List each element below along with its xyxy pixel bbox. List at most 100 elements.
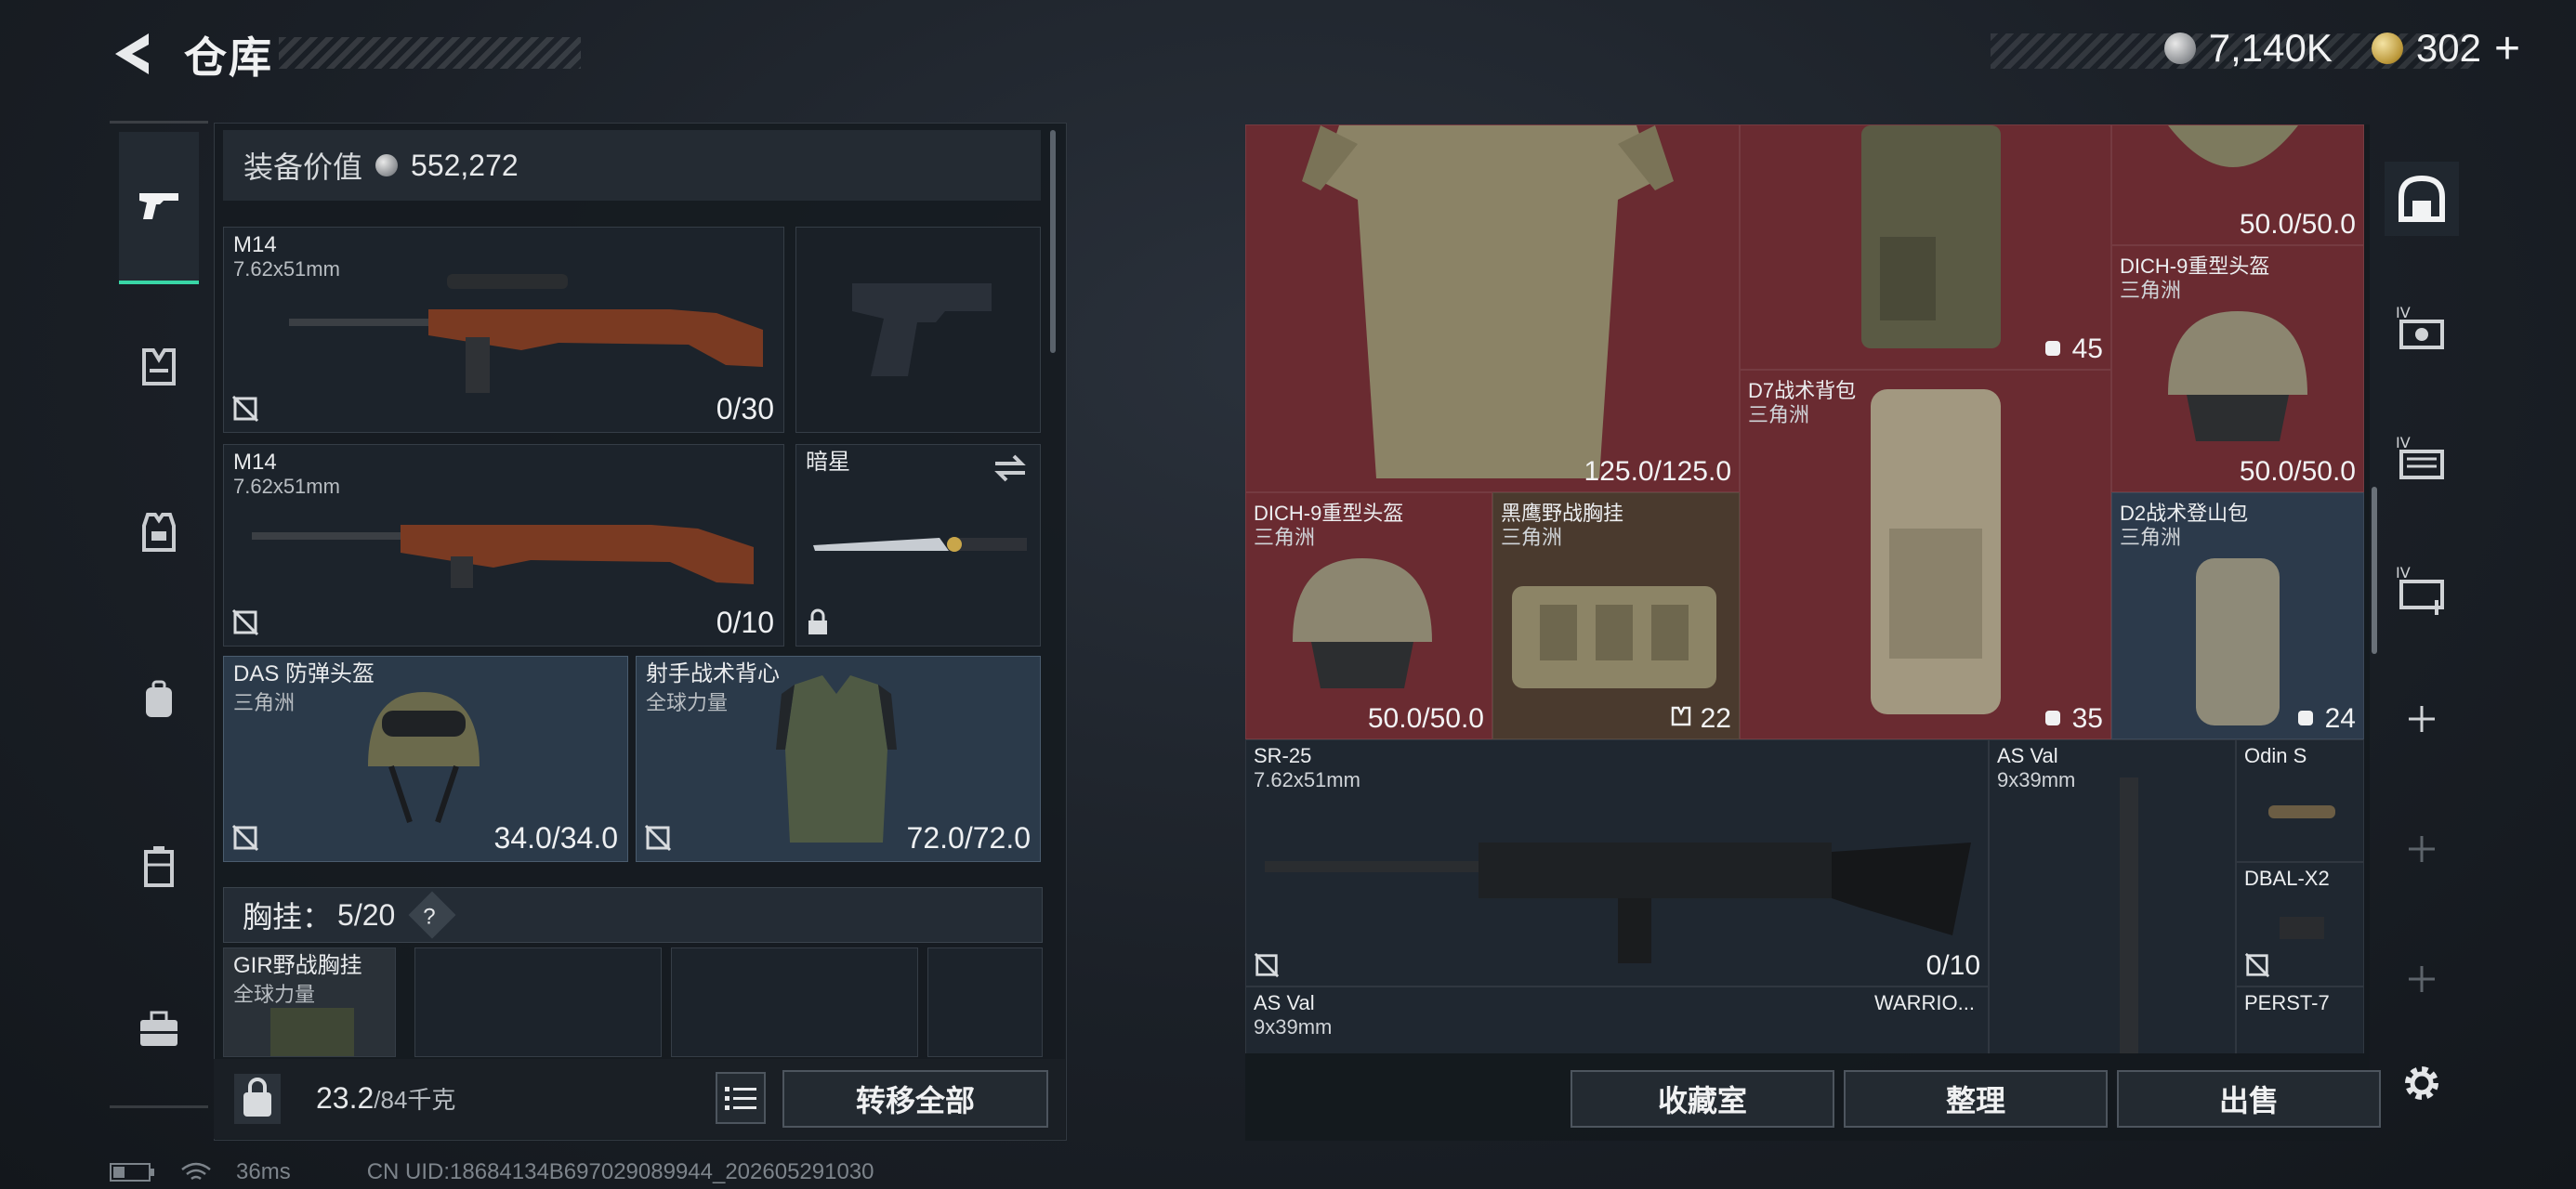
storage-item-chest-rig[interactable]: 黑鹰野战胸挂 三角洲 22 (1492, 492, 1740, 739)
storage-item-asval[interactable]: AS Val 9x39mm (1989, 739, 2236, 1053)
ping-text: 36ms (236, 1159, 291, 1184)
chevron-left-icon (115, 33, 149, 74)
laser-icon (2280, 917, 2324, 939)
collection-room-button[interactable]: 收藏室 (1571, 1070, 1834, 1128)
chest-rig-header: 胸挂： 5/20 ? (223, 887, 1043, 943)
storage-item-perst[interactable]: PERST-7 (2236, 986, 2364, 1053)
add-currency-button[interactable]: + (2494, 23, 2520, 74)
chest-cell[interactable] (927, 947, 1043, 1057)
nav-safe-box[interactable] (119, 989, 199, 1069)
help-button[interactable]: ? (408, 891, 456, 939)
nav-backpack[interactable] (119, 660, 199, 739)
weight-current: 23.2 (316, 1081, 375, 1115)
item-faction: 三角洲 (233, 691, 296, 714)
list-view-button[interactable] (716, 1072, 766, 1124)
storage-tab-icon: IV (2396, 434, 2444, 479)
melee-slot[interactable]: 暗星 (795, 444, 1041, 647)
storage-item-dich9[interactable]: DICH-9重型头盔 三角洲 50.0/50.0 (2111, 245, 2364, 492)
settings-button[interactable] (2385, 1046, 2459, 1120)
armor-slot[interactable]: 射手战术背心 全球力量 72.0/72.0 (636, 656, 1041, 862)
storage-item-helmet[interactable]: 50.0/50.0 (2111, 124, 2364, 245)
storage-item-d7-backpack[interactable]: D7战术背包 三角洲 35 (1740, 370, 2111, 739)
case-icon (144, 846, 174, 887)
item-name: M14 (233, 450, 277, 475)
loadout-scrollbar[interactable] (1050, 130, 1056, 353)
item-count: 24 (2294, 703, 2356, 735)
nav-storage-tab-3[interactable]: IV (2385, 552, 2459, 626)
storage-item-dich9[interactable]: DICH-9重型头盔 三角洲 50.0/50.0 (1245, 492, 1492, 739)
storage-item-dbal[interactable]: DBAL-X2 (2236, 862, 2364, 986)
currency-bar: 7,140K 302 + (2163, 23, 2520, 74)
item-name: SR-25 (1254, 744, 1312, 767)
rifle-vertical-icon (2120, 777, 2138, 1053)
chest-cell[interactable] (671, 947, 918, 1057)
add-storage-button-disabled[interactable] (2385, 812, 2459, 886)
battery-icon (110, 1163, 154, 1182)
storage-item-asval-2[interactable]: AS Val 9x39mm WARRIO... (1245, 986, 1989, 1053)
no-insure-icon (231, 824, 259, 852)
chest-cell[interactable] (414, 947, 662, 1057)
backpack-icon (146, 680, 172, 717)
item-name: AS Val (1254, 991, 1315, 1014)
briefcase-icon (140, 1011, 177, 1046)
item-faction: 三角洲 (1501, 526, 1563, 549)
item-durability: 125.0/125.0 (1584, 456, 1731, 487)
item-caliber: 9x39mm (1254, 1015, 1333, 1039)
helmet-item-icon (2168, 125, 2298, 167)
backpack-small-icon (2045, 341, 2061, 356)
nav-armor[interactable] (119, 492, 199, 572)
no-insure-icon (231, 395, 259, 423)
category-nav (110, 121, 208, 1108)
nav-container[interactable] (119, 827, 199, 907)
nav-storage-main[interactable] (2385, 162, 2459, 236)
item-name: M14 (233, 232, 277, 257)
knife-icon (813, 537, 1027, 552)
item-name: 暗星 (806, 450, 850, 475)
storage-item-odin[interactable]: Odin S (2236, 739, 2364, 862)
pistol-icon (139, 193, 178, 219)
sell-button[interactable]: 出售 (2117, 1070, 2381, 1128)
back-button[interactable] (104, 26, 160, 82)
swap-icon[interactable] (992, 452, 1029, 484)
helmet-slot[interactable]: DAS 防弹头盔 三角洲 34.0/34.0 (223, 656, 628, 862)
weight-max: /84千克 (374, 1086, 456, 1114)
storage-item-d2-pack[interactable]: D2战术登山包 三角洲 24 (2111, 492, 2364, 739)
primary-weapon-slot[interactable]: M14 7.62x51mm 0/30 (223, 227, 784, 433)
chest-rig-count: 5/20 (337, 897, 396, 932)
storage-item-sr25[interactable]: SR-25 7.62x51mm 0/10 (1245, 739, 1989, 986)
chest-rig-item-icon (270, 1008, 354, 1056)
gold-amount: 302 (2415, 26, 2481, 70)
add-storage-button-disabled[interactable] (2385, 942, 2459, 1016)
add-storage-button[interactable] (2385, 682, 2459, 756)
storage-item-backpack[interactable]: 45 (1740, 124, 2111, 370)
pistol-slot[interactable] (795, 227, 1041, 433)
item-faction: 三角洲 (1748, 403, 1810, 426)
title-decoration (279, 37, 581, 69)
uid-text: CN UID:18684134B697029089944_20260529103… (366, 1159, 874, 1184)
transfer-all-button[interactable]: 转移全部 (782, 1070, 1048, 1128)
item-faction: 三角洲 (2120, 526, 2182, 549)
item-name: AS Val (1997, 744, 2058, 767)
secondary-weapon-slot[interactable]: M14 7.62x51mm 0/10 (223, 444, 784, 647)
plus-icon (2409, 706, 2435, 732)
item-name: GIR野战胸挂 (233, 953, 362, 978)
backpack-item-icon (2196, 558, 2280, 725)
nav-storage-tab-1[interactable]: IV (2385, 292, 2459, 366)
chest-rig-item-icon (1512, 586, 1716, 688)
nav-weapons[interactable] (119, 132, 199, 284)
nav-chest-rig[interactable] (119, 327, 199, 407)
nav-storage-tab-2[interactable]: IV (2385, 422, 2459, 496)
help-icon: ? (423, 904, 437, 930)
armor-plate-icon (1302, 125, 1674, 478)
item-durability: 34.0/34.0 (493, 821, 618, 855)
sort-button[interactable]: 整理 (1844, 1070, 2108, 1128)
pistol-placeholder-icon (852, 283, 992, 376)
no-insure-icon (231, 608, 259, 636)
weight-icon (243, 1078, 271, 1117)
item-name: PERST-7 (2244, 991, 2330, 1014)
chest-rig-slot[interactable]: GIR野战胸挂 全球力量 (223, 947, 396, 1057)
storage-item-armor[interactable]: 125.0/125.0 (1245, 124, 1740, 492)
item-name: 射手战术背心 (646, 661, 780, 686)
weight-lock-button[interactable] (234, 1074, 281, 1124)
plus-icon (2409, 966, 2435, 992)
